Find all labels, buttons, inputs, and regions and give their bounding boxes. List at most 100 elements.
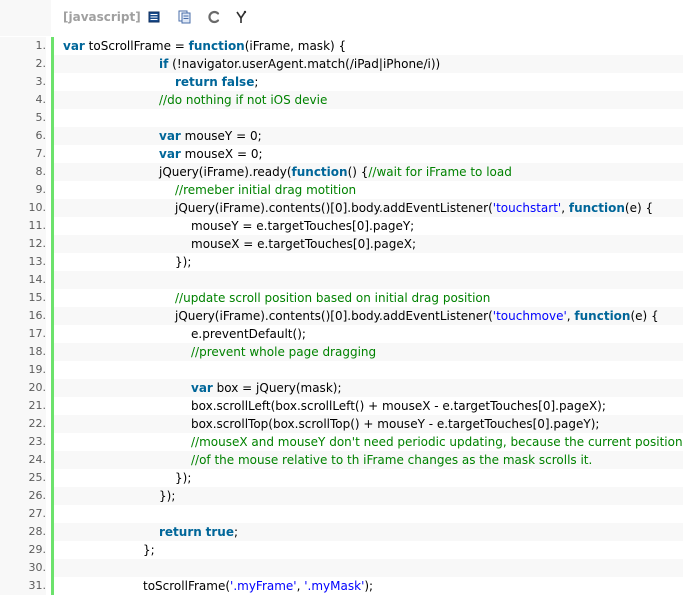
code-line: 5. [0,109,683,127]
gutter-bar [51,325,54,343]
plain-token: }); [175,471,192,485]
plain-token: box = jQuery(mask); [212,381,342,395]
line-number: 11. [0,217,46,235]
string-token: '.myMask' [304,579,365,593]
string-token: 'touchmove' [492,309,567,323]
code-line: 27. [0,505,683,523]
code-line: 9. //remeber initial drag motition [0,181,683,199]
code-line: 15. //update scroll position based on ini… [0,289,683,307]
code-line: 30. [0,559,683,577]
gutter-bar [51,37,54,55]
keyword-token: return [175,75,218,89]
line-number: 24. [0,451,46,469]
line-number: 6. [0,127,46,145]
code-line: 4. //do nothing if not iOS devie [0,91,683,109]
gutter-bar [51,523,54,541]
gutter-bar [51,271,54,289]
gutter-bar [51,91,54,109]
code-line: 6. var mouseY = 0; [0,127,683,145]
code-text: e.preventDefault(); [191,325,306,343]
code-text: //update scroll position based on initia… [175,289,490,307]
plain-token: jQuery(iFrame).ready( [159,165,292,179]
code-line: 7. var mouseX = 0; [0,145,683,163]
code-body: 1. var toScrollFrame = function(iFrame, m… [0,37,683,595]
code-line: 10. jQuery(iFrame).contents()[0].body.add… [0,199,683,217]
line-number: 7. [0,145,46,163]
code-line-stripe [54,559,683,577]
keyword-token: var [159,129,181,143]
copy-icon[interactable] [176,9,192,25]
code-line: 24. //of the mouse relative to th iFrame … [0,451,683,469]
code-line: 14. [0,271,683,289]
code-text: }); [175,253,191,271]
code-text: jQuery(iFrame).contents()[0].body.addEve… [175,199,653,217]
line-number: 26. [0,487,46,505]
code-line-stripe [54,127,683,145]
code-line: 11. mouseY = e.targetTouches[0].pageY; [0,217,683,235]
code-line: 3. return false; [0,73,683,91]
line-number: 16. [0,307,46,325]
comment-token: //wait for iFrame to load [368,165,512,179]
about-icon[interactable] [233,9,249,25]
line-number: 20. [0,379,46,397]
keyword-token: function [568,201,625,215]
gutter-bar [51,469,54,487]
plain-token: }; [143,543,155,557]
comment-token: //prevent whole page dragging [191,345,377,359]
line-number: 27. [0,505,46,523]
gutter-bar [51,505,54,523]
code-text: return false; [175,73,258,91]
gutter-bar [51,217,54,235]
code-line: 28. return true; [0,523,683,541]
gutter-bar [51,253,54,271]
plain-token: (iFrame, mask) { [244,39,347,53]
comment-token: //of the mouse relative to th iFrame cha… [191,453,593,467]
plain-token: () { [347,165,369,179]
code-line-stripe [54,487,683,505]
plain-token: toScrollFrame = [84,39,189,53]
code-line: 13.}); [0,253,683,271]
gutter-bar [51,487,54,505]
code-text: mouseX = e.targetTouches[0].pageX; [191,235,416,253]
plain-token: jQuery(iFrame).contents()[0].body.addEve… [175,201,493,215]
code-text: var toScrollFrame = function(iFrame, mas… [63,37,346,55]
code-text: box.scrollTop(box.scrollTop() + mouseY -… [191,415,599,433]
comment-token: //do nothing if not iOS devie [159,93,328,107]
print-icon[interactable] [206,9,222,25]
comment-token: //mouseX and mouseY don't need periodic … [191,435,683,449]
plain-token: (e) { [630,309,659,323]
line-number: 21. [0,397,46,415]
code-text: jQuery(iFrame).contents()[0].body.addEve… [175,307,659,325]
keyword-token: return [159,525,202,539]
code-text: //prevent whole page dragging [191,343,376,361]
line-number: 10. [0,199,46,217]
keyword-token: var [63,39,85,53]
view-source-icon[interactable] [146,9,162,25]
code-line: 29.}; [0,541,683,559]
code-text: }); [175,469,191,487]
line-number: 22. [0,415,46,433]
gutter-bar [51,55,54,73]
plain-token: jQuery(iFrame).contents()[0].body.addEve… [175,309,493,323]
line-number: 19. [0,361,46,379]
line-number: 2. [0,55,46,73]
gutter-bar [51,541,54,559]
line-number: 13. [0,253,46,271]
code-text: toScrollFrame('.myFrame', '.myMask'); [143,577,373,595]
comment-token: //remeber initial drag motition [175,183,357,197]
code-line: 2. if (!navigator.userAgent.match(/iPad|i… [0,55,683,73]
gutter-bar [51,289,54,307]
plain-token: (e) { [624,201,654,215]
plain-token: }); [175,255,192,269]
gutter-bar [51,235,54,253]
gutter-bar [51,181,54,199]
gutter-bar [51,397,54,415]
line-number: 17. [0,325,46,343]
code-text: jQuery(iFrame).ready(function() {//wait … [159,163,512,181]
keyword-token: true [205,525,234,539]
gutter-bar [51,199,54,217]
code-text: }); [159,487,175,505]
line-number: 29. [0,541,46,559]
string-token: 'touchstart' [492,201,562,215]
gutter-bar [51,361,54,379]
